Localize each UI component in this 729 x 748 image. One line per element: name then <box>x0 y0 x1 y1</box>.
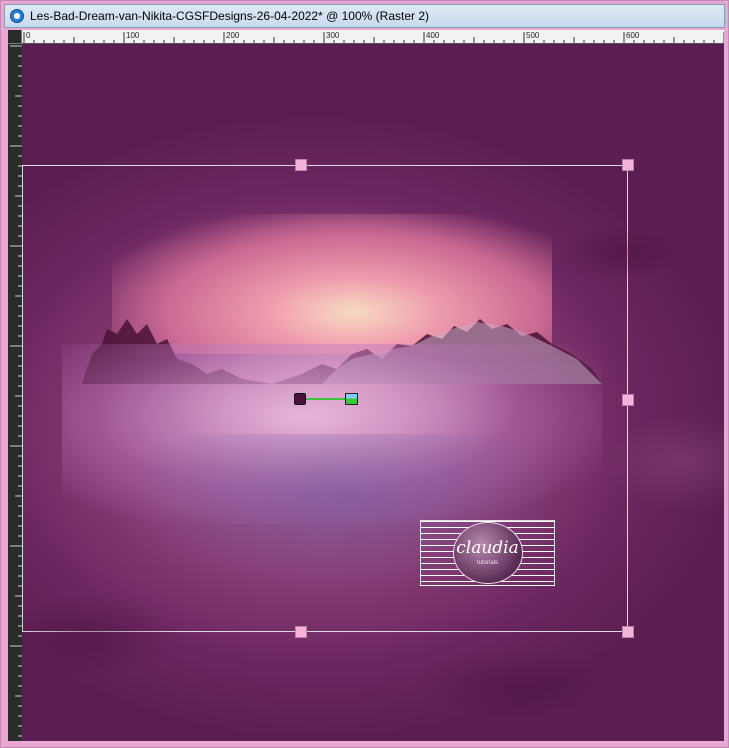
document-window: Les-Bad-Dream-van-Nikita-CGSFDesigns-26-… <box>0 0 729 748</box>
watermark-subtitle: tutorials <box>476 560 498 566</box>
ruler-label: 400 <box>426 31 440 40</box>
pivot-point[interactable] <box>294 393 306 405</box>
ruler-label: 500 <box>526 31 540 40</box>
pick-handle-right[interactable] <box>622 394 634 406</box>
watermark-name: claudia <box>456 538 519 558</box>
ruler-label: 300 <box>326 31 340 40</box>
title-bar[interactable]: Les-Bad-Dream-van-Nikita-CGSFDesigns-26-… <box>4 4 725 28</box>
ruler-label: 200 <box>226 31 240 40</box>
ruler-label: 100 <box>126 31 140 40</box>
horizontal-ruler[interactable]: 0 100 200 300 400 500 600 <box>22 30 724 44</box>
pick-handle-bottom-right[interactable] <box>622 626 634 638</box>
watermark-circle: claudia tutorials <box>452 522 523 584</box>
ruler-label: 0 <box>26 31 31 40</box>
pick-handle-top[interactable] <box>295 159 307 171</box>
pick-handle-bottom[interactable] <box>295 626 307 638</box>
vertical-ruler-ticks <box>10 45 22 737</box>
pick-handle-top-right[interactable] <box>622 159 634 171</box>
horizontal-ruler-ticks: 0 100 200 300 400 500 600 <box>23 31 724 43</box>
image-canvas[interactable]: claudia tutorials <box>22 44 724 741</box>
window-title: Les-Bad-Dream-van-Nikita-CGSFDesigns-26-… <box>30 9 429 23</box>
ruler-corner <box>8 30 22 44</box>
ruler-label: 600 <box>626 31 640 40</box>
rotate-handle[interactable] <box>345 393 358 405</box>
paint-shop-pro-icon[interactable] <box>10 9 24 23</box>
vertical-ruler[interactable] <box>8 44 22 741</box>
rotation-arm <box>306 398 346 400</box>
watermark-logo: claudia tutorials <box>420 520 555 586</box>
